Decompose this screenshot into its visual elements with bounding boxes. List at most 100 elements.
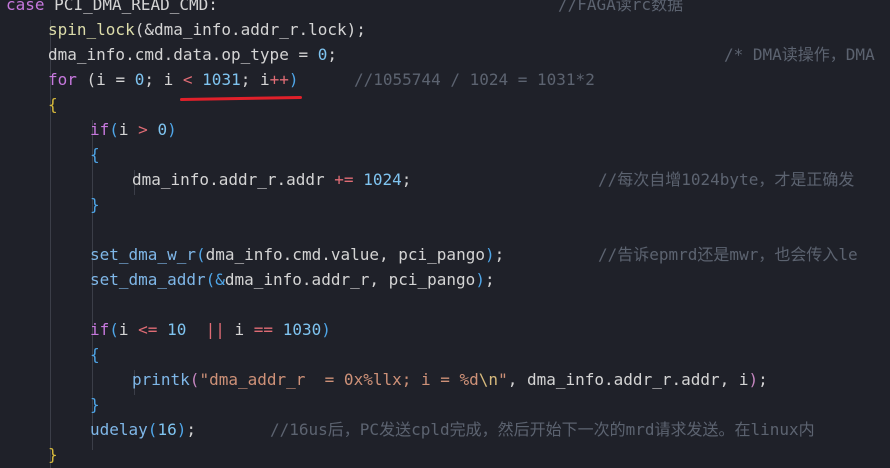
code-token: :: [208, 0, 218, 14]
code-token: =: [298, 45, 309, 64]
code-token: ==: [253, 320, 274, 339]
code-line-7[interactable]: dma_info.addr_r.addr += 1024;: [132, 167, 411, 192]
code-token: }: [48, 445, 58, 464]
code-token: 0: [157, 120, 168, 139]
code-token: ;: [240, 70, 260, 89]
code-token: (: [195, 245, 206, 264]
code-token: (: [189, 370, 200, 389]
code-token: i: [118, 320, 139, 339]
code-token: if: [90, 320, 110, 339]
code-line-16[interactable]: }: [90, 392, 100, 417]
code-token: ||: [205, 320, 225, 339]
code-comment: /* DMA读操作，DMA: [724, 45, 875, 64]
code-token: ): [484, 245, 495, 264]
code-line-15[interactable]: printk("dma_addr_r = 0x%llx; i = %d\n", …: [132, 367, 768, 392]
code-line-13[interactable]: if(i <= 10 || i == 1030): [90, 317, 331, 342]
code-token: ): [288, 70, 299, 89]
code-token: 10: [167, 320, 187, 339]
code-token: (: [109, 120, 119, 139]
code-token: <: [182, 70, 193, 89]
code-editor[interactable]: case PCI_DMA_READ_CMD: spin_lock(&dma_in…: [0, 0, 890, 468]
code-token: ;: [186, 420, 196, 439]
code-line-11[interactable]: set_dma_addr(&dma_info.addr_r, pci_pango…: [90, 267, 495, 292]
code-token: ): [167, 120, 177, 139]
code-token: udelay: [90, 420, 148, 439]
code-token: i: [163, 70, 183, 89]
code-token: }: [90, 195, 100, 214]
code-token: {: [48, 95, 58, 114]
code-line-3[interactable]: for (i = 0; i < 1031; i++): [48, 67, 299, 92]
code-token: i: [118, 120, 139, 139]
code-token: ;: [484, 270, 495, 289]
code-token: =: [115, 70, 126, 89]
code-token: ;: [327, 45, 338, 64]
code-token: ;: [494, 245, 505, 264]
code-token: ++: [269, 70, 289, 89]
code-token: ): [321, 320, 331, 339]
code-token: 0: [134, 70, 145, 89]
code-token: +=: [334, 170, 354, 189]
code-token: 1030: [282, 320, 322, 339]
code-token: printk: [132, 370, 190, 389]
code-token: case: [6, 0, 55, 14]
code-line-5[interactable]: if(i > 0): [90, 117, 177, 142]
code-token: 16: [157, 420, 177, 439]
code-token: for: [48, 70, 77, 89]
code-token: {: [90, 345, 100, 364]
code-token: spin_lock: [48, 20, 135, 39]
code-token: \n: [478, 370, 499, 389]
code-token: dma_info.addr_r.lock: [153, 20, 347, 39]
code-comment: //告诉epmrd还是mwr，也会传入le: [598, 245, 858, 264]
code-token: ): [176, 420, 187, 439]
code-line-17[interactable]: udelay(16);: [90, 417, 196, 442]
code-token: "dma_addr_r = 0x%llx; i = %d: [199, 370, 479, 389]
code-comment: //每次自增1024byte，才是正确发: [598, 170, 855, 189]
code-line-4[interactable]: {: [48, 92, 58, 117]
code-line-1[interactable]: spin_lock(&dma_info.addr_r.lock);: [48, 17, 366, 42]
code-token: ;: [401, 170, 412, 189]
code-line-14[interactable]: {: [90, 342, 100, 367]
code-token: dma_info.addr_r, pci_pango: [224, 270, 476, 289]
code-token: <=: [138, 320, 158, 339]
code-token: i: [96, 70, 116, 89]
code-token: dma_info.cmd.data.op_type: [48, 45, 299, 64]
code-token: 0: [317, 45, 328, 64]
code-token: 1024: [363, 170, 402, 189]
code-line-10[interactable]: set_dma_w_r(dma_info.cmd.value, pci_pang…: [90, 242, 504, 267]
code-token: ): [748, 370, 759, 389]
code-line-2[interactable]: dma_info.cmd.data.op_type = 0;: [48, 42, 337, 67]
code-token: (: [147, 420, 158, 439]
code-token: ;: [758, 370, 768, 389]
code-line-18[interactable]: }: [48, 442, 58, 467]
code-token: , dma_info.addr_r.addr, i: [507, 370, 749, 389]
code-token: dma_info.addr_r.addr: [132, 170, 335, 189]
code-token: {: [90, 145, 100, 164]
code-token: i: [259, 70, 270, 89]
code-comment: //1055744 / 1024 = 1031*2: [354, 70, 595, 89]
code-token: i: [234, 320, 254, 339]
code-token: ): [475, 270, 485, 289]
code-token: );: [346, 20, 366, 39]
code-token: 1031: [202, 70, 241, 89]
code-token: }: [90, 395, 100, 414]
red-underline-annotation: [179, 95, 303, 102]
code-line-8[interactable]: }: [90, 192, 100, 217]
code-token: (: [109, 320, 119, 339]
code-token: ": [498, 370, 508, 389]
code-comment: //16us后，PC发送cpld完成，然后开始下一次的mrd请求发送。在linu…: [270, 420, 815, 439]
code-line-6[interactable]: {: [90, 142, 100, 167]
code-token: ;: [144, 70, 164, 89]
code-line-0[interactable]: case PCI_DMA_READ_CMD:: [6, 0, 218, 17]
code-token: (: [76, 70, 97, 89]
code-token: (&: [205, 270, 225, 289]
code-token: dma_info.cmd.value, pci_pango: [205, 245, 485, 264]
